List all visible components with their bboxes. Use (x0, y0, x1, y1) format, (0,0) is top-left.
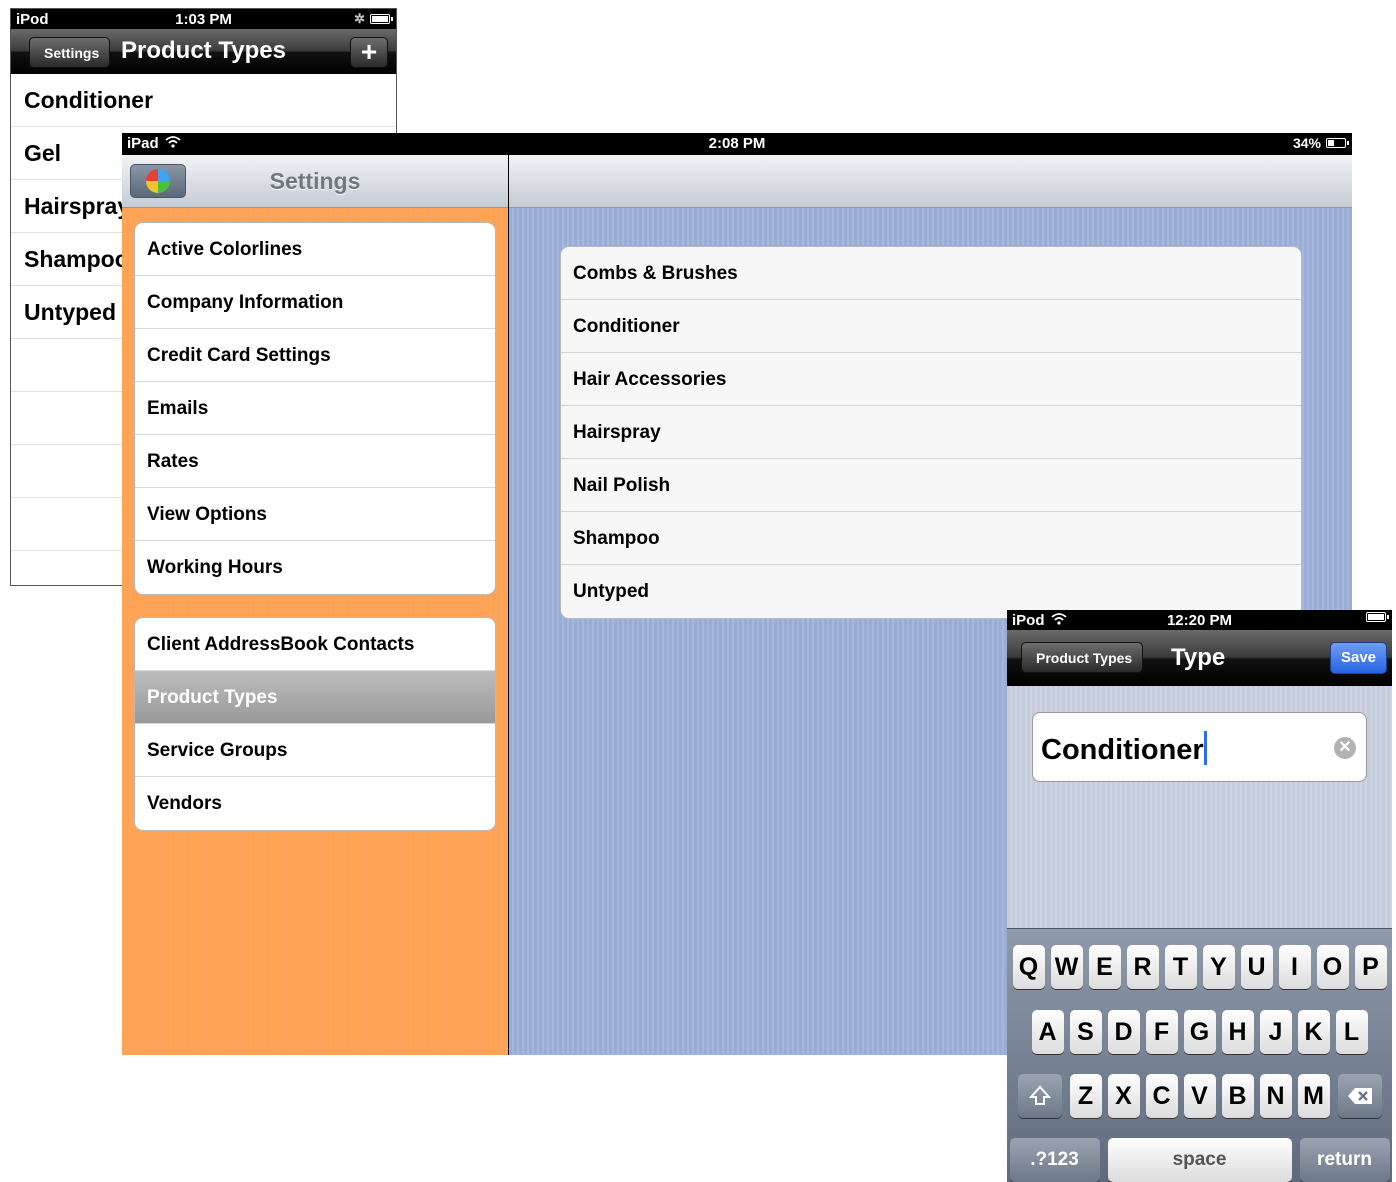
status-time: 12:20 PM (1166, 612, 1233, 629)
key-f[interactable]: F (1145, 1010, 1178, 1054)
battery-icon (1366, 612, 1389, 622)
key-p[interactable]: P (1354, 945, 1387, 989)
master-nav-bar: Settings (122, 155, 508, 208)
ipod-status-bar: iPod 12:20 PM (1007, 610, 1392, 630)
key-y[interactable]: Y (1202, 945, 1235, 989)
key-l[interactable]: L (1335, 1010, 1368, 1054)
settings-item-credit-card-settings[interactable]: Credit Card Settings (135, 329, 495, 382)
settings-item-company-information[interactable]: Company Information (135, 276, 495, 329)
key-j[interactable]: J (1259, 1010, 1292, 1054)
key-i[interactable]: I (1278, 945, 1311, 989)
key-k[interactable]: K (1297, 1010, 1330, 1054)
battery-percent: 34% (1292, 135, 1321, 151)
list-item[interactable]: Nail Polish (561, 459, 1301, 512)
key-e[interactable]: E (1088, 945, 1121, 989)
battery-icon (370, 14, 393, 24)
return-key[interactable]: return (1299, 1138, 1390, 1182)
settings-item-view-options[interactable]: View Options (135, 488, 495, 541)
shift-icon[interactable] (1017, 1074, 1062, 1118)
settings-item-product-types[interactable]: Product Types (135, 671, 495, 724)
page-title: Product Types (121, 37, 286, 64)
keyboard-row-2: A S D F G H J K L (1007, 1010, 1392, 1054)
numbers-key[interactable]: .?123 (1009, 1138, 1100, 1182)
settings-item-active-colorlines[interactable]: Active Colorlines (135, 223, 495, 276)
settings-back-button[interactable]: Settings (29, 37, 111, 68)
key-m[interactable]: M (1297, 1074, 1330, 1118)
list-item[interactable]: Conditioner (11, 74, 396, 127)
list-item[interactable]: Shampoo (561, 512, 1301, 565)
space-key[interactable]: space (1107, 1138, 1292, 1182)
settings-item-vendors[interactable]: Vendors (135, 777, 495, 830)
type-name-field[interactable]: Conditioner ✕ (1032, 712, 1367, 782)
key-s[interactable]: S (1069, 1010, 1102, 1054)
key-d[interactable]: D (1107, 1010, 1140, 1054)
settings-item-client-addressbook-contacts[interactable]: Client AddressBook Contacts (135, 618, 495, 671)
settings-group-lists: Client AddressBook Contacts Product Type… (134, 617, 496, 831)
ipod-type-editor-screen: iPod 12:20 PM Product Types Type Save Co… (1007, 610, 1392, 1182)
keyboard-row-3: Z X C V B N M (1007, 1074, 1392, 1118)
type-name-value: Conditioner (1041, 731, 1207, 767)
settings-item-rates[interactable]: Rates (135, 435, 495, 488)
settings-group-general: Active Colorlines Company Information Cr… (134, 222, 496, 595)
settings-master-pane: Settings Active Colorlines Company Infor… (122, 155, 508, 1055)
key-v[interactable]: V (1183, 1074, 1216, 1118)
settings-item-emails[interactable]: Emails (135, 382, 495, 435)
add-button[interactable]: + (350, 37, 388, 68)
key-z[interactable]: Z (1069, 1074, 1102, 1118)
key-w[interactable]: W (1050, 945, 1083, 989)
save-button[interactable]: Save (1330, 642, 1387, 674)
list-item[interactable]: Hair Accessories (561, 353, 1301, 406)
key-u[interactable]: U (1240, 945, 1273, 989)
key-c[interactable]: C (1145, 1074, 1178, 1118)
key-r[interactable]: R (1126, 945, 1159, 989)
delete-icon[interactable] (1337, 1074, 1382, 1118)
ipad-status-bar: iPad 2:08 PM 34% (122, 133, 1352, 155)
key-a[interactable]: A (1031, 1010, 1064, 1054)
bluetooth-icon: ✲ (354, 11, 365, 26)
ipod-status-bar: iPod 1:03 PM ✲ (11, 9, 396, 29)
text-caret (1203, 731, 1207, 765)
product-types-list: Combs & Brushes Conditioner Hair Accesso… (560, 246, 1302, 619)
keyboard-row-4: .?123 space return (1007, 1138, 1392, 1182)
type-name-text: Conditioner (1041, 734, 1204, 766)
list-item[interactable]: Conditioner (561, 300, 1301, 353)
key-h[interactable]: H (1221, 1010, 1254, 1054)
list-item[interactable]: Combs & Brushes (561, 247, 1301, 300)
key-g[interactable]: G (1183, 1010, 1216, 1054)
key-n[interactable]: N (1259, 1074, 1292, 1118)
settings-item-service-groups[interactable]: Service Groups (135, 724, 495, 777)
key-t[interactable]: T (1164, 945, 1197, 989)
keyboard-row-1: Q W E R T Y U I O P (1007, 945, 1392, 989)
key-b[interactable]: B (1221, 1074, 1254, 1118)
list-item[interactable]: Hairspray (561, 406, 1301, 459)
key-o[interactable]: O (1316, 945, 1349, 989)
key-q[interactable]: Q (1012, 945, 1045, 989)
ipod-nav-bar: Product Types Type Save (1007, 630, 1392, 686)
key-x[interactable]: X (1107, 1074, 1140, 1118)
on-screen-keyboard: Q W E R T Y U I O P A S D F G H J K L Z (1007, 928, 1392, 1182)
settings-item-working-hours[interactable]: Working Hours (135, 541, 495, 594)
status-time: 1:03 PM (175, 11, 232, 28)
status-time: 2:08 PM (708, 135, 766, 152)
master-title: Settings (269, 168, 361, 194)
ipod-nav-bar: Settings Product Types + (11, 29, 396, 74)
page-title: Type (1171, 644, 1226, 671)
detail-nav-bar (509, 155, 1352, 208)
battery-icon (1326, 138, 1349, 148)
clear-text-icon[interactable]: ✕ (1334, 737, 1356, 759)
product-types-back-button[interactable]: Product Types (1021, 642, 1144, 673)
